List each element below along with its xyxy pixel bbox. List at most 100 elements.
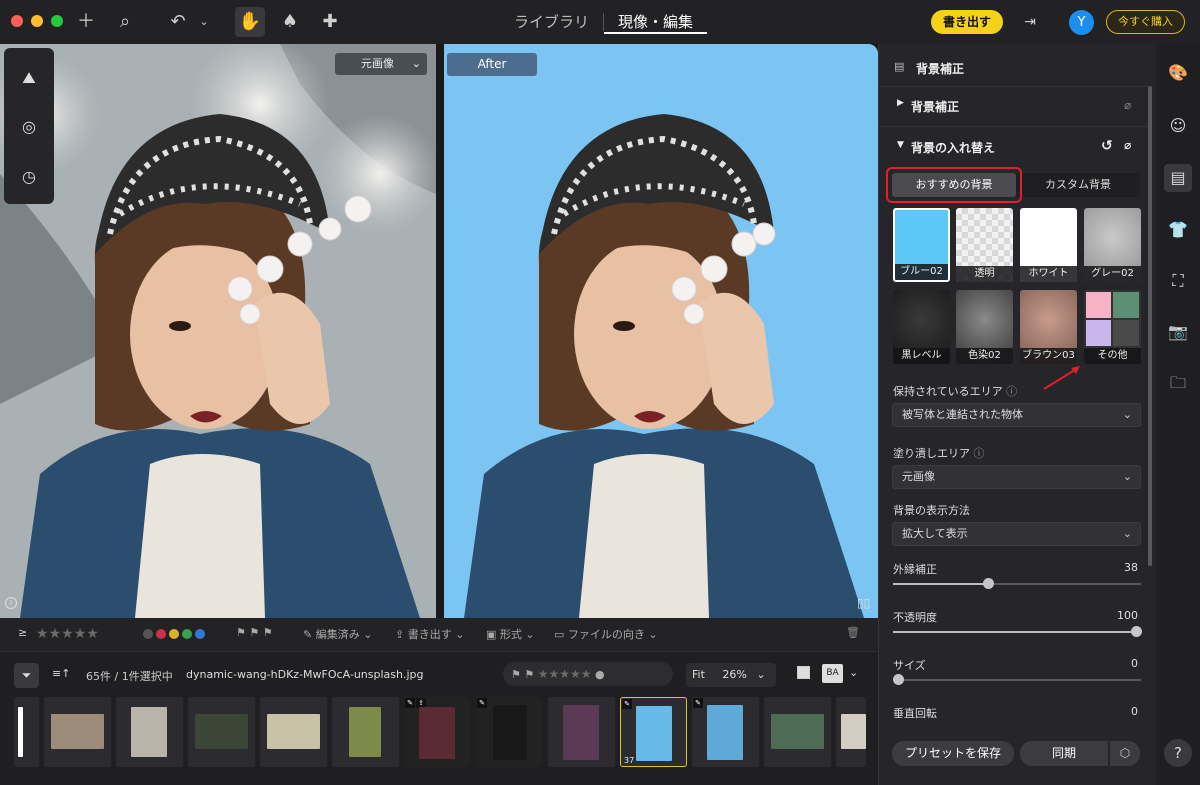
user-avatar[interactable]: Y: [1069, 10, 1094, 35]
filter-icon[interactable]: ⏷: [14, 663, 39, 688]
landscape-tool-icon[interactable]: ⛰: [17, 66, 41, 90]
compare-layout-icon[interactable]: ▯▯: [857, 596, 870, 610]
undo-icon[interactable]: ↶: [166, 10, 190, 34]
palette-icon[interactable]: 🎨: [1167, 62, 1189, 84]
filmstrip-thumbnail[interactable]: [260, 697, 327, 767]
bg-option-gray02[interactable]: グレー02: [1084, 208, 1141, 282]
format-filter[interactable]: ▣ 形式 ⌄: [486, 626, 535, 642]
keep-area-value: 被写体と連結された物体: [902, 408, 1023, 421]
chevron-down-icon: ⌄: [756, 668, 766, 681]
export-panel-icon[interactable]: ⇥: [1018, 10, 1042, 34]
clothing-icon[interactable]: 👕: [1167, 219, 1189, 241]
bg-option-blue02[interactable]: ブルー02: [893, 208, 950, 282]
slider-handle[interactable]: [893, 674, 904, 685]
orientation-filter-label: ファイルの向き: [567, 628, 645, 641]
export-filter[interactable]: ⇪ 書き出す ⌄: [395, 626, 464, 642]
collapse-chevron-icon[interactable]: ▼: [897, 140, 904, 150]
filmstrip-thumbnail[interactable]: [44, 697, 111, 767]
display-method-dropdown[interactable]: 拡大して表示 ⌄: [892, 522, 1141, 546]
help-circle-icon[interactable]: ⓘ: [974, 447, 985, 460]
folder-view-icon[interactable]: 🗀: [1167, 372, 1189, 394]
section-background-replace[interactable]: 背景の入れ替え: [911, 139, 995, 156]
vignette-tool-icon[interactable]: ◎: [17, 115, 41, 139]
filmstrip-thumbnail[interactable]: ✎ ⇪: [404, 697, 471, 767]
filmstrip-thumbnail-selected[interactable]: ✎ 37: [620, 697, 687, 767]
help-circle-icon[interactable]: ⓘ: [1006, 385, 1017, 398]
selection-count: 65件 / 1件選択中: [86, 670, 173, 683]
zoom-window-button[interactable]: [51, 15, 63, 27]
filmstrip-thumbnail[interactable]: [836, 697, 866, 767]
filmstrip-thumbnail[interactable]: [188, 697, 255, 767]
portrait-icon[interactable]: ☺: [1167, 115, 1189, 137]
sync-settings-icon[interactable]: ⬡: [1110, 741, 1140, 766]
filmstrip-thumbnail[interactable]: ✎: [476, 697, 543, 767]
expand-chevron-icon[interactable]: ▶: [897, 98, 904, 108]
zoom-control[interactable]: Fit 26% ⌄: [686, 663, 776, 687]
tab-develop-edit[interactable]: 現像・編集: [604, 10, 708, 34]
help-icon[interactable]: ?: [1164, 739, 1192, 767]
filmstrip-thumbnail[interactable]: [116, 697, 183, 767]
search-icon[interactable]: ⌕: [113, 10, 137, 34]
buy-now-button[interactable]: 今すぐ購入: [1106, 10, 1185, 34]
brush-tool-icon[interactable]: ♠: [278, 10, 302, 34]
background-icon[interactable]: ▤: [1164, 164, 1192, 192]
opacity-slider[interactable]: [893, 626, 1142, 637]
keep-area-dropdown[interactable]: 被写体と連結された物体 ⌄: [892, 403, 1141, 427]
bg-option-dye02[interactable]: 色染02: [956, 290, 1013, 364]
orientation-filter[interactable]: ▭ ファイルの向き ⌄: [554, 626, 658, 642]
export-button[interactable]: 書き出す: [931, 10, 1003, 34]
bg-option-black-level[interactable]: 黒レベル: [893, 290, 950, 364]
crop-icon[interactable]: ⛶: [1167, 270, 1189, 292]
history-icon[interactable]: ◷: [17, 165, 41, 189]
undo-history-chevron-icon[interactable]: ⌄: [192, 10, 216, 34]
rating-filter-icon[interactable]: ≥: [18, 626, 27, 639]
fill-area-dropdown[interactable]: 元画像 ⌄: [892, 465, 1141, 489]
chevron-down-icon[interactable]: ⌄: [849, 666, 858, 679]
bg-option-white[interactable]: ホワイト: [1020, 208, 1077, 282]
panel-scrollbar[interactable]: [1148, 86, 1152, 566]
original-view-select[interactable]: 元画像 ⌄: [335, 53, 427, 75]
star-rating[interactable]: ★★★★★: [36, 626, 99, 642]
annotation-arrow: [1043, 366, 1080, 390]
bg-option-transparent[interactable]: 透明: [956, 208, 1013, 282]
single-view-icon[interactable]: [797, 666, 810, 679]
bg-option-brown03[interactable]: ブラウン03: [1020, 290, 1077, 364]
edge-correction-slider[interactable]: [893, 578, 1141, 589]
original-image: [0, 44, 436, 618]
filmstrip-thumbnail[interactable]: [764, 697, 831, 767]
save-preset-button[interactable]: プリセットを保存: [892, 741, 1014, 766]
tab-library[interactable]: ライブラリ: [500, 10, 603, 34]
healing-tool-icon[interactable]: ✚: [318, 10, 342, 34]
info-icon[interactable]: i: [5, 597, 17, 609]
filmstrip-thumbnail[interactable]: ✎: [692, 697, 759, 767]
edited-badge-icon: ✎: [693, 698, 703, 708]
size-slider[interactable]: [893, 674, 1141, 685]
before-after-icon[interactable]: BA: [822, 664, 843, 683]
section-background-correction[interactable]: 背景補正: [911, 98, 959, 115]
sort-icon[interactable]: ≡↑: [52, 667, 70, 680]
bg-option-label: その他: [1084, 348, 1141, 364]
trash-icon[interactable]: 🗑: [846, 626, 860, 639]
filmstrip-scroll-left[interactable]: [14, 697, 39, 767]
chevron-down-icon: ⌄: [1122, 527, 1132, 540]
mode-tabs: ライブラリ 現像・編集: [500, 10, 708, 34]
color-labels[interactable]: [143, 629, 208, 642]
filmstrip-thumbnail[interactable]: [548, 697, 615, 767]
slider-handle[interactable]: [983, 578, 994, 589]
add-icon[interactable]: ＋: [74, 10, 98, 34]
hand-tool-icon[interactable]: ✋: [235, 7, 265, 37]
close-window-button[interactable]: [11, 15, 23, 27]
minimize-window-button[interactable]: [31, 15, 43, 27]
undo-section-icon[interactable]: ↺: [1101, 138, 1113, 154]
bg-option-more[interactable]: その他: [1084, 290, 1141, 364]
filmstrip-rating-filter[interactable]: ⚑ ⚑ ★★★★★ ●: [503, 662, 673, 686]
filmstrip-thumbnail[interactable]: [332, 697, 399, 767]
bg-option-label: 黒レベル: [893, 348, 950, 364]
flag-icons[interactable]: ⚑ ⚑ ⚑: [236, 626, 273, 639]
camera-icon[interactable]: 📷: [1167, 321, 1189, 343]
edited-filter[interactable]: ✎ 編集済み ⌄: [303, 626, 372, 642]
reset-section-icon[interactable]: ⌀: [1124, 138, 1131, 152]
slider-handle[interactable]: [1131, 626, 1142, 637]
sync-button[interactable]: 同期: [1020, 741, 1108, 766]
tab-custom-backgrounds[interactable]: カスタム背景: [1016, 173, 1140, 197]
